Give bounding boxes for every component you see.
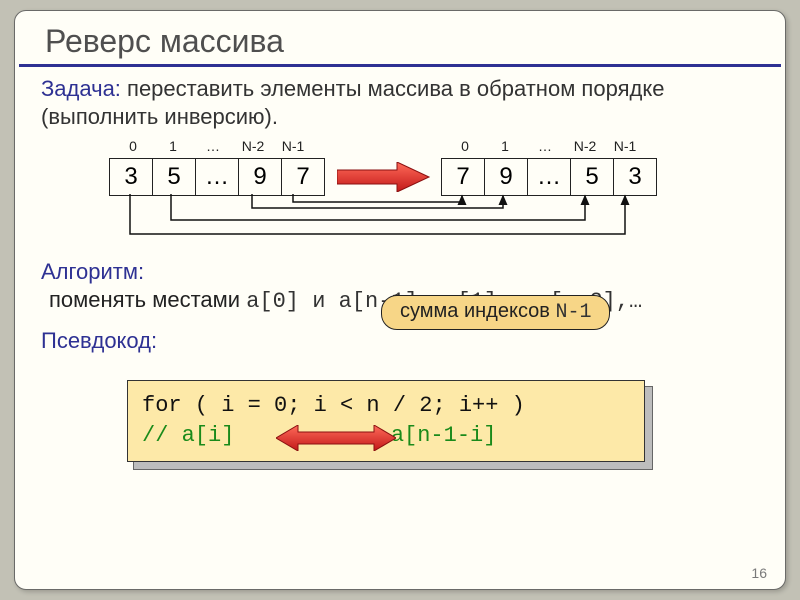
task-text: Задача: переставить элементы массива в о… — [15, 67, 785, 130]
task-label: Задача: — [41, 76, 121, 101]
page-number: 16 — [751, 565, 767, 581]
code-line-1: for ( i = 0; i < n / 2; i++ ) — [142, 391, 644, 421]
code-box: for ( i = 0; i < n / 2; i++ ) // a[i] a[… — [127, 380, 651, 468]
page-title: Реверс массива — [19, 11, 781, 67]
swap-double-arrow-icon — [276, 425, 396, 451]
index-sum-callout: сумма индексов N-1 — [381, 295, 610, 330]
diagram: 01…N-2N-1 01…N-2N-1 3 5 … 9 7 7 9 … 5 3 — [15, 134, 785, 259]
code-content: for ( i = 0; i < n / 2; i++ ) // a[i] a[… — [127, 380, 645, 462]
algorithm-label: Алгоритм: — [15, 259, 785, 285]
slide: Реверс массива Задача: переставить элеме… — [14, 10, 786, 590]
task-body: переставить элементы массива в обратном … — [41, 76, 664, 129]
swap-connectors — [15, 134, 787, 259]
